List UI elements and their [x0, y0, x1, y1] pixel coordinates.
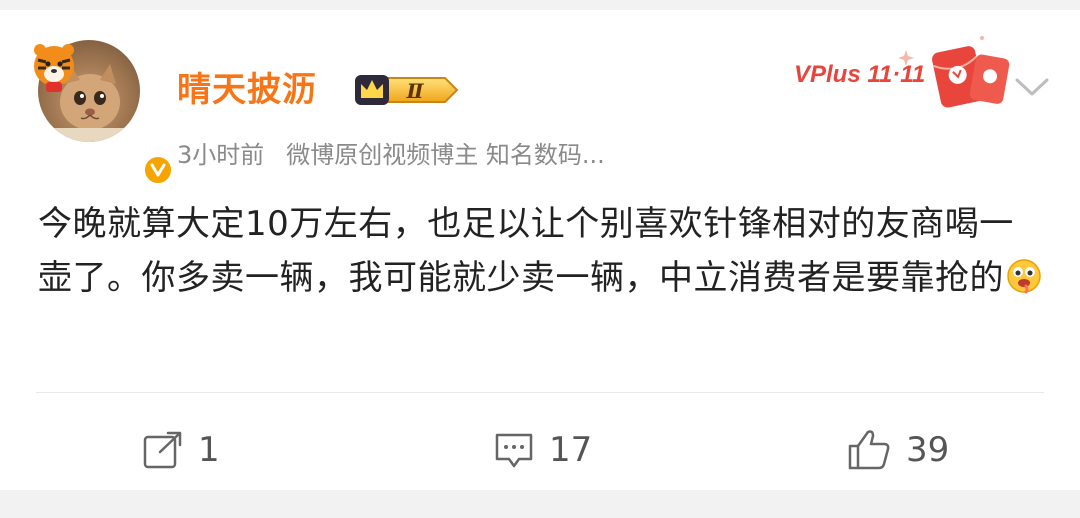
post-meta: 3小时前 微博原创视频博主 知名数码... — [177, 140, 605, 170]
vplus-promo-icon[interactable]: VPlus 11·11 — [792, 30, 1010, 112]
user-tagline: 微博原创视频博主 知名数码... — [286, 141, 605, 169]
post-content: 今晚就算大定10万左右，也足以让个别喜欢针锋相对的友商喝一壶了。你多卖一辆，我可… — [38, 197, 1048, 305]
drooling-face-icon — [1007, 259, 1041, 294]
post-text: 今晚就算大定10万左右，也足以让个别喜欢针锋相对的友商喝一壶了。你多卖一辆，我可… — [38, 204, 1014, 298]
avatar[interactable] — [34, 40, 174, 186]
repost-icon — [143, 431, 182, 469]
divider — [36, 392, 1044, 393]
promo-label: VPlus 11·11 — [794, 61, 925, 88]
like-button[interactable]: 39 — [846, 425, 949, 475]
post-time: 3小时前 — [177, 141, 265, 169]
thumbs-up-icon — [848, 430, 890, 470]
username[interactable]: 晴天披沥 — [177, 70, 317, 110]
repost-button[interactable]: 1 — [142, 425, 220, 475]
tiger-pendant-icon — [34, 44, 74, 92]
comment-icon — [495, 433, 533, 468]
comment-count: 17 — [549, 430, 593, 470]
chevron-down-icon[interactable] — [1013, 72, 1051, 100]
repost-count: 1 — [198, 430, 220, 470]
rank-crown-badge[interactable]: Ⅱ — [353, 72, 459, 108]
comment-button[interactable]: 17 — [493, 425, 592, 475]
like-count: 39 — [906, 430, 950, 470]
weibo-post-card: 晴天披沥 Ⅱ 3小时前微博原创视频博主 知名数码... VPlus 11·11 — [0, 10, 1080, 490]
verified-badge-icon — [142, 154, 174, 186]
rank-level-label: Ⅱ — [406, 79, 425, 103]
